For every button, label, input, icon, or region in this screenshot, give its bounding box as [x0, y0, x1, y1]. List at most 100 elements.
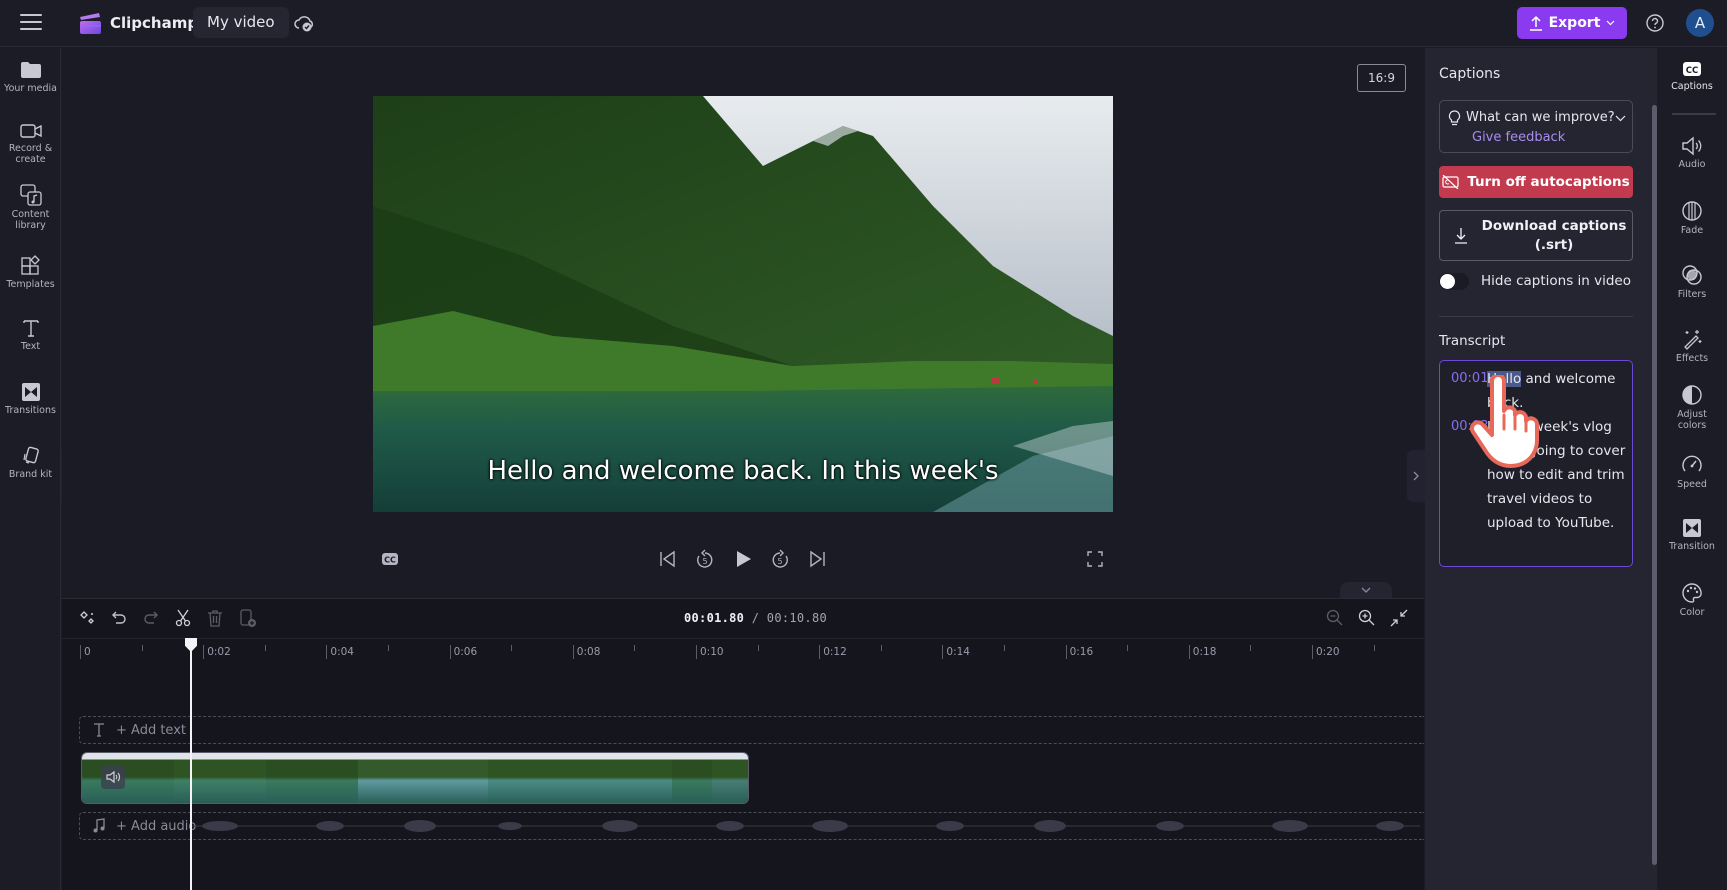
text-icon	[22, 320, 39, 337]
svg-text:CC: CC	[1686, 66, 1698, 76]
menu-icon[interactable]	[20, 14, 42, 32]
chevron-down-icon	[1606, 20, 1615, 26]
cc-icon: CC	[1683, 62, 1701, 76]
duplicate-icon[interactable]	[237, 608, 257, 628]
play-icon[interactable]	[732, 548, 754, 570]
turn-off-autocaptions-button[interactable]: Turn off autocaptions	[1439, 166, 1633, 198]
zoom-in-icon[interactable]	[1357, 608, 1377, 628]
add-audio-track[interactable]: + Add audio	[79, 812, 1424, 840]
ruler-major-tick	[819, 645, 821, 659]
give-feedback-link[interactable]: Give feedback	[1472, 130, 1565, 145]
zoom-out-icon[interactable]	[1325, 608, 1345, 628]
download-captions-button[interactable]: Download captions (.srt)	[1439, 210, 1633, 261]
transition-icon	[1683, 519, 1701, 537]
transcript-segment[interactable]: Hello and welcome back.	[1487, 367, 1629, 415]
clip-thumbnail-frame	[712, 753, 748, 803]
ruler-minor-tick	[1004, 645, 1005, 651]
rail-label: Transition	[1669, 541, 1715, 552]
total-duration: 00:10.80	[766, 611, 827, 625]
chevron-down-icon	[1615, 115, 1626, 122]
export-button[interactable]: Export	[1517, 7, 1627, 39]
svg-text:CC: CC	[384, 556, 396, 565]
ruler-tick-label: 0:20	[1316, 646, 1340, 658]
fade-icon	[1682, 201, 1702, 221]
split-scissors-icon[interactable]	[173, 608, 193, 628]
aspect-ratio-button[interactable]: 16:9	[1357, 64, 1406, 92]
sidebar-item-transitions[interactable]: Transitions	[0, 382, 61, 416]
svg-text:5: 5	[702, 557, 707, 566]
hide-captions-toggle[interactable]	[1439, 273, 1469, 290]
ruler-tick-label: 0:08	[576, 646, 601, 658]
turn-off-label: Turn off autocaptions	[1467, 174, 1630, 190]
ruler-major-tick	[1065, 645, 1067, 659]
clip-thumbnail-frame	[174, 753, 266, 803]
transcript-timestamp[interactable]: 00:01	[1451, 371, 1488, 386]
feedback-dropdown[interactable]: What can we improve? Give feedback	[1439, 100, 1633, 153]
sidebar-item-brand-kit[interactable]: Brand kit	[0, 446, 61, 480]
rail-item-captions[interactable]: CC Captions	[1657, 60, 1727, 92]
current-time: 00:01.80	[684, 611, 745, 625]
fit-timeline-icon[interactable]	[1389, 608, 1409, 628]
sidebar-label: Transitions	[5, 405, 56, 416]
rail-item-adjust-colors[interactable]: Adjust colors	[1657, 384, 1727, 431]
rail-item-speed[interactable]: Speed	[1657, 454, 1727, 490]
sidebar-item-your-media[interactable]: Your media	[0, 60, 61, 94]
transcript-editor[interactable]: 00:01 Hello and welcome back. 00:03 In t…	[1439, 360, 1633, 567]
forward-5-seconds-icon[interactable]: 5	[769, 548, 791, 570]
playhead[interactable]	[190, 638, 192, 890]
clip-thumbnail-frame	[358, 753, 488, 803]
right-properties-rail: CC Captions Audio Fade Filters Effects A…	[1657, 48, 1727, 890]
rail-item-transition[interactable]: Transition	[1657, 518, 1727, 552]
video-clip[interactable]	[81, 752, 749, 804]
undo-icon[interactable]	[109, 608, 129, 628]
sidebar-item-record-create[interactable]: Record & create	[0, 122, 61, 165]
audio-waveform	[190, 820, 1420, 832]
chevron-down-icon	[1361, 587, 1371, 593]
rail-label: Adjust colors	[1677, 409, 1707, 431]
transcript-segment[interactable]: In this week's vlog we're going to cover…	[1487, 415, 1629, 535]
sidebar-label: Text	[20, 341, 41, 352]
sidebar-label: Record & create	[8, 143, 53, 165]
sidebar-item-text[interactable]: Text	[0, 318, 61, 352]
rail-item-effects[interactable]: Effects	[1657, 328, 1727, 364]
cc-toggle-icon[interactable]: CC	[379, 548, 401, 570]
skip-to-end-icon[interactable]	[806, 548, 828, 570]
clip-audio-toggle[interactable]	[101, 765, 125, 789]
ruler-minor-tick	[634, 645, 636, 651]
fullscreen-icon[interactable]	[1084, 548, 1106, 570]
ruler-major-tick	[326, 645, 328, 659]
rail-item-color[interactable]: Color	[1657, 582, 1727, 618]
help-icon[interactable]	[1645, 13, 1665, 33]
collapse-right-panel-button[interactable]	[1407, 450, 1425, 502]
toggle-knob	[1440, 274, 1455, 289]
ruler-tick-label: 0:16	[1069, 646, 1094, 658]
add-text-track[interactable]: + Add text	[79, 716, 1424, 744]
time-separator: /	[751, 611, 760, 625]
ruler-major-tick	[1188, 645, 1190, 659]
collapse-timeline-button[interactable]	[1340, 582, 1392, 598]
clip-thumbnail-frame	[672, 753, 712, 803]
delete-icon[interactable]	[205, 608, 225, 628]
highlighted-word[interactable]: Hello	[1487, 371, 1522, 387]
ruler-minor-tick	[1250, 645, 1252, 651]
skip-to-start-icon[interactable]	[657, 548, 679, 570]
user-avatar[interactable]: A	[1686, 9, 1714, 37]
redo-icon[interactable]	[141, 608, 161, 628]
ruler-minor-tick	[264, 645, 266, 651]
cloud-saved-icon[interactable]	[293, 13, 315, 33]
rail-item-fade[interactable]: Fade	[1657, 200, 1727, 236]
project-title[interactable]: My video	[193, 7, 289, 38]
rail-item-filters[interactable]: Filters	[1657, 264, 1727, 300]
transcript-timestamp[interactable]: 00:03	[1451, 419, 1488, 434]
upload-icon	[1529, 15, 1542, 31]
video-preview[interactable]: Hello and welcome back. In this week's	[373, 96, 1113, 512]
rail-item-audio[interactable]: Audio	[1657, 136, 1727, 170]
video-frame-landscape	[373, 96, 1113, 512]
download-label-line2: (.srt)	[1534, 237, 1574, 253]
timeline-ruler[interactable]: 0 0:02 0:04 0:06 0:08 0:10 0:12 0:14 0:16 0:18 0:2…	[62, 638, 1424, 660]
sidebar-item-templates[interactable]: Templates	[0, 254, 61, 290]
rewind-5-seconds-icon[interactable]: 5	[694, 548, 716, 570]
sidebar-item-content-library[interactable]: Content library	[0, 184, 61, 231]
speaker-icon	[1682, 136, 1702, 156]
ai-magic-icon[interactable]	[77, 608, 97, 628]
